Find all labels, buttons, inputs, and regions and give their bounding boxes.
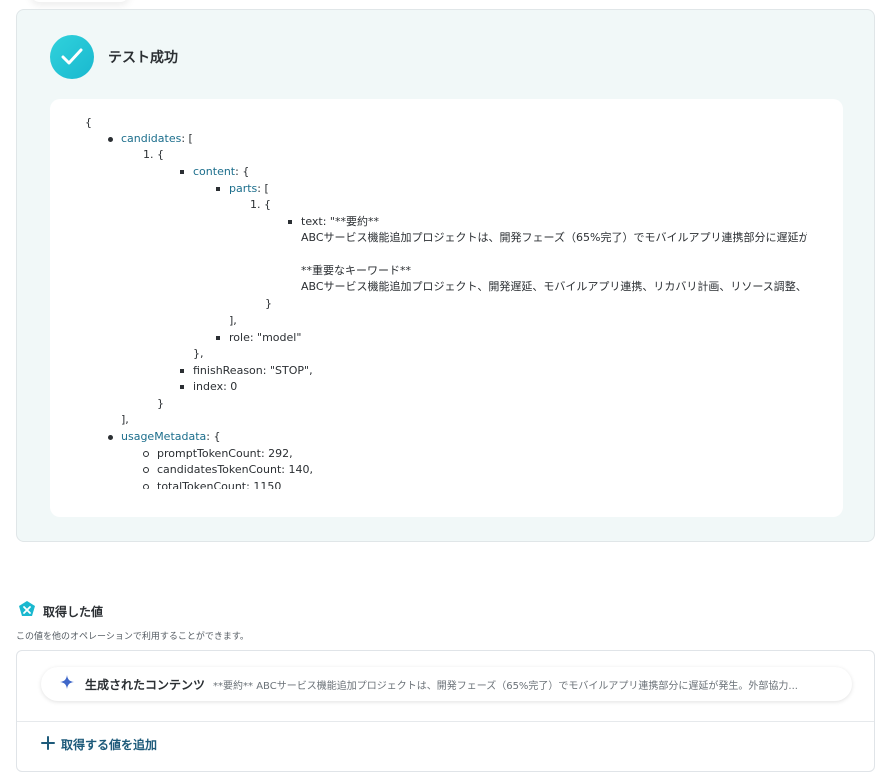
json-line: parts: [ — [216, 181, 269, 197]
generated-content-chip[interactable]: 生成されたコンテンツ **要約** ABCサービス機能追加プロジェクトは、開発フ… — [41, 667, 852, 701]
values-section-description: この値を他のオペレーションで利用することができます。 — [16, 632, 249, 642]
json-line: }, — [193, 347, 204, 360]
json-line: candidatesTokenCount: 140, — [143, 462, 313, 478]
json-line: 1. { — [143, 148, 164, 161]
values-section-title: 取得した値 — [43, 604, 104, 619]
values-section-header: 取得した値 — [17, 600, 103, 622]
json-line: ABCサービス機能追加プロジェクトは、開発フェーズ（65%完了）でモバイルアプリ… — [301, 231, 807, 244]
json-line: 1. { — [250, 198, 271, 211]
previous-card-shadow — [30, 0, 130, 2]
success-title: テスト成功 — [108, 50, 178, 66]
json-line: } — [265, 297, 272, 310]
divider — [17, 721, 874, 722]
json-line: usageMetadata: { — [108, 429, 221, 445]
plus-icon — [41, 735, 55, 754]
variable-icon — [17, 600, 37, 622]
json-output: { candidates: [ 1. { content: { parts: [… — [50, 99, 807, 489]
json-line: ABCサービス機能追加プロジェクト、開発遅延、モバイルアプリ連携、リカバリ計画、… — [301, 280, 807, 293]
json-line: ], — [121, 413, 129, 426]
json-line: totalTokenCount: 1150 — [143, 479, 281, 489]
add-value-label: 取得する値を追加 — [61, 738, 158, 752]
json-line: } — [157, 397, 164, 410]
check-icon — [50, 35, 94, 79]
chip-label: 生成されたコンテンツ — [85, 677, 206, 692]
json-line: candidates: [ — [108, 131, 193, 147]
json-line: ], — [229, 314, 237, 327]
sparkle-icon — [59, 674, 75, 694]
chip-value: **要約** ABCサービス機能追加プロジェクトは、開発フェーズ（65%完了）で… — [213, 680, 798, 692]
test-result-panel: テスト成功 { candidates: [ 1. { content: { pa… — [16, 9, 875, 542]
add-value-button[interactable]: 取得する値を追加 — [41, 735, 157, 754]
json-output-box: { candidates: [ 1. { content: { parts: [… — [50, 99, 843, 517]
json-line: text: "**要約** — [288, 214, 379, 230]
json-line: index: 0 — [180, 379, 237, 395]
values-panel: 生成されたコンテンツ **要約** ABCサービス機能追加プロジェクトは、開発フ… — [16, 650, 875, 772]
json-line: **重要なキーワード** — [301, 264, 411, 277]
json-line: { — [85, 116, 92, 129]
json-line: role: "model" — [216, 330, 301, 346]
success-header: テスト成功 — [50, 35, 178, 79]
json-line: content: { — [180, 164, 249, 180]
json-line: finishReason: "STOP", — [180, 363, 313, 379]
json-line: promptTokenCount: 292, — [143, 446, 293, 462]
